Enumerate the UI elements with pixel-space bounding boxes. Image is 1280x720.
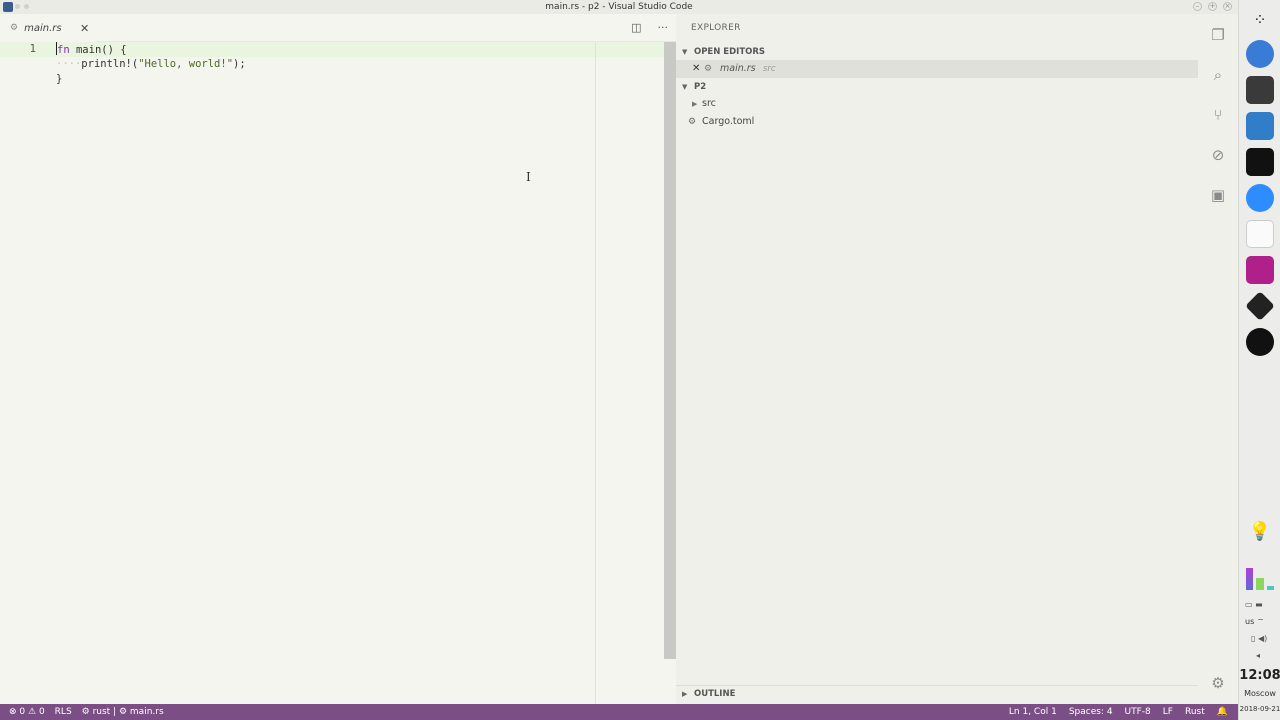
split-editor-icon[interactable]: ◫	[631, 21, 641, 34]
rls-status[interactable]: RLS	[55, 704, 72, 720]
encoding[interactable]: UTF-8	[1125, 704, 1151, 720]
problems-indicator[interactable]: ⊗ 0 ⚠ 0	[9, 704, 45, 720]
terminal-icon[interactable]	[1246, 76, 1274, 104]
tab-label: main.rs	[24, 22, 62, 34]
minimize-button[interactable]: –	[1193, 2, 1202, 11]
indentation[interactable]: Spaces: 4	[1069, 704, 1113, 720]
system-dock: ⁘ 💡 ▭ ▬ us ⌔ ▯ ◀) ◂ 12:08 Moscow 2018-09…	[1238, 0, 1280, 720]
tree-item-label: Cargo.toml	[702, 116, 755, 127]
language-mode[interactable]: Rust	[1185, 704, 1205, 720]
status-right: Ln 1, Col 1 Spaces: 4 UTF-8 LF Rust 🔔	[1009, 704, 1228, 720]
screen-recorder-icon[interactable]	[1246, 256, 1274, 284]
end-of-line[interactable]: LF	[1163, 704, 1173, 720]
vscode-icon[interactable]	[1246, 112, 1274, 140]
title-bar: main.rs - p2 - Visual Studio Code – + ×	[0, 0, 1238, 14]
close-editor-icon[interactable]: ✕	[692, 60, 700, 78]
chromium-icon[interactable]	[1246, 40, 1274, 68]
macro-call: println!(	[81, 58, 139, 70]
editor-ruler	[595, 42, 596, 704]
open-editors-header[interactable]: ▼ OPEN EDITORS	[676, 43, 1198, 61]
cursor-position[interactable]: Ln 1, Col 1	[1009, 704, 1057, 720]
open-file-dir: src	[763, 64, 776, 74]
editor-actions: ◫ ···	[631, 21, 668, 34]
rust-file-icon: ⚙	[704, 64, 713, 74]
open-editor-item[interactable]: ✕ ⚙ main.rs src	[676, 60, 1198, 78]
outline-header[interactable]: ▶ OUTLINE	[676, 685, 1198, 703]
code-tail: );	[233, 58, 246, 70]
tray-arrow-icon[interactable]: ◂	[1256, 651, 1260, 660]
project-header[interactable]: ▼ P2	[676, 78, 1198, 96]
tree-item-cargo-toml[interactable]: ⚙ Cargo.toml	[676, 113, 1198, 131]
obs-icon[interactable]	[1246, 328, 1274, 356]
open-editors-label: OPEN EDITORS	[693, 47, 766, 57]
explorer-files-icon[interactable]: ❐	[1208, 25, 1228, 45]
chevron-down-icon: ▼	[682, 48, 688, 56]
tree-item-label: src	[702, 98, 716, 109]
window-controls: – + ×	[1193, 0, 1232, 11]
close-window-button[interactable]: ×	[1223, 2, 1232, 11]
inkscape-icon[interactable]	[1245, 291, 1275, 321]
gear-icon: ⚙	[688, 117, 697, 127]
code-editor[interactable]: 1 fn main() { ····println!("Hello, world…	[0, 42, 664, 704]
chevron-down-icon: ▼	[682, 83, 688, 91]
intellij-icon[interactable]	[1246, 148, 1274, 176]
code-text: ····println!("Hello, world!");	[56, 58, 246, 70]
project-label: P2	[693, 82, 707, 92]
tray-icons-row: ▭ ▬	[1245, 600, 1263, 609]
code-line[interactable]: }	[0, 72, 664, 87]
code-line[interactable]: ····println!("Hello, world!");	[0, 57, 664, 72]
text-editor-icon[interactable]	[1246, 220, 1274, 248]
activity-bar: ❐ ⌕ ⑂ ⊘ ▣ ⚙	[1198, 14, 1238, 704]
status-bar: ⊗ 0 ⚠ 0 RLS ⚙ rust | ⚙ main.rs Ln 1, Col…	[0, 704, 1238, 720]
keyword-fn: fn	[57, 44, 70, 56]
editor-scrollbar[interactable]	[664, 42, 676, 659]
maximize-button[interactable]: +	[1208, 2, 1217, 11]
system-monitor-icon	[1246, 556, 1274, 590]
more-actions-icon[interactable]: ···	[658, 21, 669, 34]
outline-label: OUTLINE	[693, 689, 736, 699]
close-tab-icon[interactable]: ✕	[80, 22, 89, 35]
title-bar-dots	[15, 4, 29, 9]
notifications-bell-icon[interactable]: 🔔	[1217, 704, 1228, 720]
extensions-icon[interactable]: ▣	[1208, 185, 1228, 205]
tree-item-src[interactable]: ▶ src	[676, 95, 1198, 113]
debug-icon[interactable]: ⊘	[1208, 145, 1228, 165]
clock-date: 2018-09-21	[1239, 705, 1280, 713]
string-literal: "Hello, world!"	[138, 58, 234, 70]
chevron-right-icon: ▶	[692, 100, 698, 108]
editor-tab-bar: ⚙ main.rs ✕ ◫ ···	[0, 14, 676, 42]
zoom-icon[interactable]	[1246, 184, 1274, 212]
keyboard-layout[interactable]: us ⌔	[1239, 617, 1280, 627]
app-launcher-icon[interactable]: ⁘	[1246, 6, 1274, 34]
line-number: 1	[29, 43, 36, 55]
status-left: ⊗ 0 ⚠ 0 RLS ⚙ rust | ⚙ main.rs	[9, 704, 164, 720]
tray-clipboard-volume: ▯ ◀)	[1251, 634, 1268, 643]
source-control-icon[interactable]: ⑂	[1208, 105, 1228, 125]
explorer-title: EXPLORER	[691, 23, 741, 33]
code-text: fn main() {	[56, 42, 127, 58]
vscode-app-icon	[3, 2, 13, 12]
lightbulb-icon[interactable]: 💡	[1246, 518, 1274, 546]
fn-signature: main() {	[69, 44, 127, 56]
mouse-ibeam-cursor: I	[526, 170, 531, 184]
open-file-label: main.rs	[720, 63, 756, 74]
clock-time[interactable]: 12:08	[1239, 668, 1280, 683]
code-text: }	[56, 73, 63, 85]
window-title: main.rs - p2 - Visual Studio Code	[545, 2, 693, 12]
settings-gear-icon[interactable]: ⚙	[1208, 673, 1228, 693]
chevron-right-icon: ▶	[682, 690, 688, 698]
search-icon[interactable]: ⌕	[1208, 65, 1228, 85]
rust-file-icon: ⚙	[10, 23, 19, 33]
tab-main-rs[interactable]: ⚙ main.rs ✕	[0, 14, 96, 42]
explorer-panel: EXPLORER ▼ OPEN EDITORS ✕ ⚙ main.rs src …	[676, 14, 1198, 704]
code-line[interactable]: 1 fn main() {	[0, 42, 664, 57]
clock-city: Moscow	[1244, 689, 1276, 698]
toolchain-status[interactable]: ⚙ rust | ⚙ main.rs	[82, 704, 164, 720]
